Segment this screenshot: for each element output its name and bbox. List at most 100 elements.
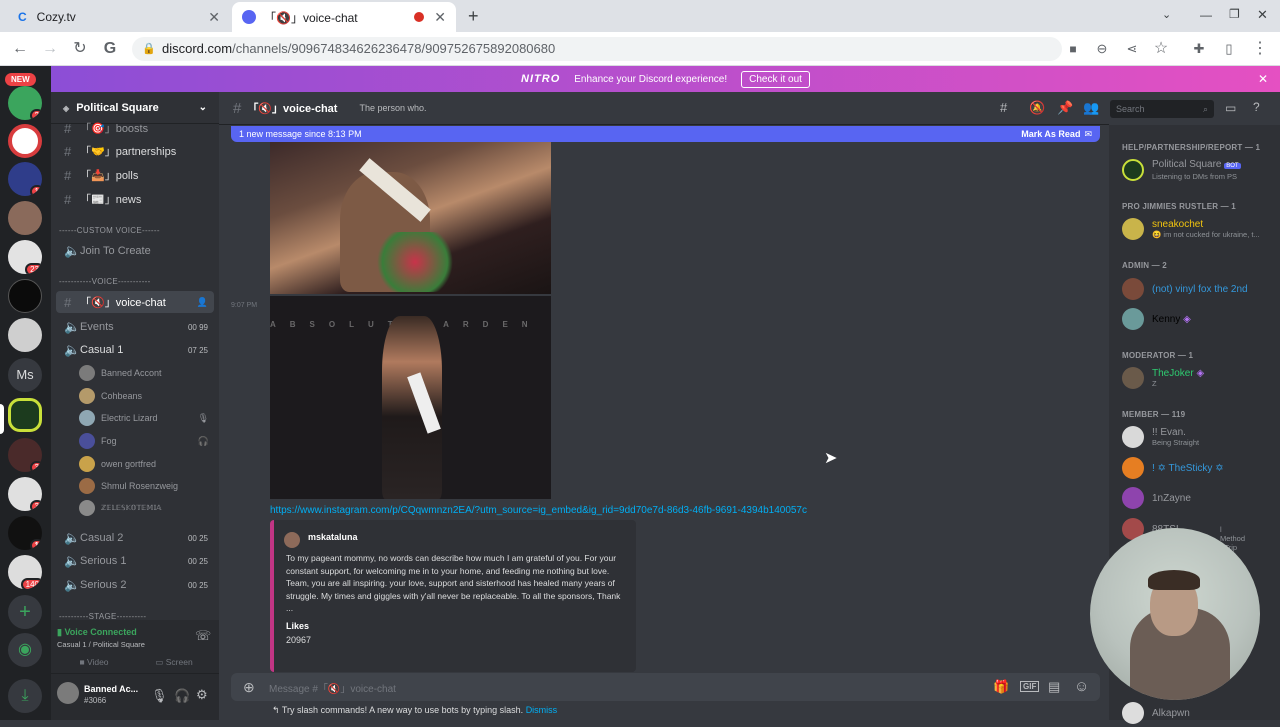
pin-icon[interactable]: 📌 (1057, 100, 1073, 116)
bookmark-star-icon[interactable]: ☆ (1151, 39, 1171, 59)
forward-icon[interactable]: → (40, 39, 60, 59)
voice-user[interactable]: Fog 🎧 (79, 431, 209, 451)
server-icon[interactable]: 140 (8, 555, 42, 589)
gif-icon[interactable]: GIF (1020, 681, 1040, 692)
share-icon[interactable]: ⋖ (1122, 39, 1142, 59)
member-alkapwn[interactable]: Alkapwn (1122, 699, 1190, 727)
settings-gear-icon[interactable]: ⚙ (196, 687, 208, 703)
dismiss-button[interactable]: Dismiss (526, 705, 558, 715)
reload-icon[interactable]: ↻ (70, 39, 90, 59)
nitro-check-button[interactable]: Check it out (741, 70, 810, 88)
server-icon[interactable]: 1 (8, 516, 42, 550)
attach-plus-icon[interactable]: ⊕ (243, 679, 255, 696)
close-tab-icon[interactable]: ✕ (208, 9, 220, 26)
new-tab-button[interactable]: + (468, 6, 479, 27)
camera-icon[interactable]: ■ (1063, 39, 1083, 59)
disconnect-icon[interactable]: ☏ (195, 628, 211, 644)
member-1nzayne[interactable]: 1nZayne (1122, 484, 1191, 512)
voice-user[interactable]: owen gortfred (79, 454, 156, 474)
voice-user[interactable]: Banned Accont (79, 363, 162, 383)
menu-kebab-icon[interactable]: ⋮ (1250, 39, 1270, 59)
member-thesticky[interactable]: ! ✡ TheSticky ✡ (1122, 454, 1224, 482)
gift-icon[interactable]: 🎁 (993, 679, 1009, 695)
channel-casual-1[interactable]: 🔈 Casual 1 07 25 (56, 339, 214, 361)
mark-as-read-button[interactable]: Mark As Read (1021, 129, 1080, 139)
channel-polls[interactable]: # 「📥」polls (56, 164, 214, 186)
window-close-icon[interactable]: ✕ (1257, 7, 1268, 23)
channel-news[interactable]: # 「📰」news (56, 188, 214, 210)
channel-join-to-create[interactable]: 🔈 Join To Create (56, 240, 214, 262)
voice-user[interactable]: Electric Lizard 🎙 (79, 408, 209, 428)
voice-user[interactable]: Cohbeans (79, 386, 142, 406)
message-input[interactable]: ⊕ Message #「🔇」voice-chat 🎁 GIF ▤ ☺ (231, 673, 1100, 701)
voice-connected-status[interactable]: ▮ Voice Connected (57, 627, 137, 638)
embed-author[interactable]: mskataluna (308, 532, 624, 542)
member-sneakochet[interactable]: sneakochet 😆 im not cucked for ukraine, t… (1122, 215, 1260, 243)
member-kenny[interactable]: Kenny ◈ (1122, 305, 1191, 333)
notification-bell-icon[interactable]: 🔕 (1029, 100, 1045, 116)
speaker-icon: 🔈 (64, 243, 81, 258)
channel-voice-chat[interactable]: # 「🔇」voice-chat 👤 (56, 291, 214, 313)
pageant-photo-2[interactable]: ABSOLUT GARDEN ABSOLUT GARDEN ABSOLUT GA… (270, 296, 551, 499)
microphone-icon[interactable]: 🎙 (151, 688, 168, 704)
channel-partnerships[interactable]: # 「🤝」partnerships (56, 140, 214, 162)
channel-topic[interactable]: The person who. (359, 103, 426, 113)
google-icon[interactable]: G (100, 39, 120, 59)
headphones-icon[interactable]: 🎧 (174, 688, 190, 704)
zoom-icon[interactable]: ⊖ (1092, 39, 1112, 59)
instagram-link[interactable]: https://www.instagram.com/p/CQqwmnzn2EA/… (270, 505, 807, 516)
download-icon[interactable]: ⤓ (8, 679, 42, 713)
server-icon[interactable] (8, 201, 42, 235)
emoji-icon[interactable]: ☺ (1074, 678, 1089, 695)
political-square-server-icon[interactable] (8, 398, 42, 432)
channel-casual-2[interactable]: 🔈 Casual 2 00 25 (56, 527, 214, 549)
video-button[interactable]: ■ Video (57, 653, 131, 671)
new-messages-bar[interactable]: 1 new message since 8:13 PM Mark As Read… (231, 126, 1100, 142)
channel-boosts[interactable]: # 「🎯」boosts (56, 117, 214, 139)
back-icon[interactable]: ← (10, 39, 30, 59)
member-thejoker[interactable]: TheJoker ◈ Z (1122, 364, 1204, 392)
search-input[interactable]: Search ⌕ (1110, 100, 1214, 118)
explore-compass-icon[interactable]: ◉ (8, 633, 42, 667)
server-icon[interactable] (8, 124, 42, 158)
tab-search-icon[interactable]: ⌄ (1162, 8, 1171, 21)
add-server-icon[interactable]: + (8, 595, 42, 629)
server-icon[interactable]: 23 (8, 240, 42, 274)
restore-icon[interactable]: ❐ (1229, 7, 1240, 21)
screen-share-button[interactable]: ▭ Screen (137, 653, 211, 671)
channel-events[interactable]: 🔈 Events 00 99 (56, 316, 214, 338)
member-evan[interactable]: !! Evan. Being Straight (1122, 423, 1199, 451)
close-tab-icon[interactable]: ✕ (434, 9, 446, 26)
voice-location[interactable]: Casual 1 / Political Square (57, 640, 145, 649)
category-custom-voice[interactable]: ------CUSTOM VOICE------ (59, 226, 160, 235)
server-icon[interactable]: 1 (8, 162, 42, 196)
url-bar[interactable]: 🔒 discord.com/channels/90967483462623647… (132, 37, 1062, 61)
member-list-icon[interactable]: 👥 (1083, 100, 1099, 116)
server-icon[interactable]: 3 (8, 477, 42, 511)
server-icon[interactable]: Ms (8, 358, 42, 392)
channel-serious-1[interactable]: 🔈 Serious 1 00 25 (56, 550, 214, 572)
inbox-icon[interactable]: ▭ (1225, 101, 1236, 115)
tab-cozy[interactable]: C Cozy.tv ✕ (8, 2, 230, 32)
avatar[interactable] (57, 682, 79, 704)
voice-user[interactable]: Shmul Rosenzweig (79, 476, 178, 496)
member-admin-vinyl-fox[interactable]: (not) vinyl fox the 2nd (1122, 275, 1248, 303)
close-banner-icon[interactable]: ✕ (1258, 72, 1268, 86)
server-icon[interactable]: 2 (8, 86, 42, 120)
tab-voice-chat[interactable]: 「🔇」voice-chat ✕ (232, 2, 456, 32)
sidepanel-icon[interactable]: ▯ (1219, 39, 1239, 59)
voice-user[interactable]: ℤ𝔼𝕃𝔼𝕊𝕂𝕆𝕋𝔼𝕄𝕀𝔸 (79, 498, 161, 518)
server-icon[interactable] (8, 279, 42, 313)
minimize-icon[interactable]: — (1200, 8, 1212, 22)
channel-serious-2[interactable]: 🔈 Serious 2 00 25 (56, 574, 214, 596)
recording-icon (414, 12, 425, 22)
help-icon[interactable]: ? (1253, 100, 1260, 114)
sticker-icon[interactable]: ▤ (1048, 679, 1060, 695)
server-icon[interactable] (8, 318, 42, 352)
member-political-square[interactable]: Political Square BOT Listening to DMs fro… (1122, 156, 1241, 184)
server-icon[interactable]: 3 (8, 438, 42, 472)
threads-icon[interactable]: # (1000, 100, 1007, 115)
extensions-icon[interactable]: ✚ (1189, 39, 1209, 59)
category-voice[interactable]: -----------VOICE----------- (59, 277, 151, 286)
pageant-photo-1[interactable] (270, 142, 551, 294)
